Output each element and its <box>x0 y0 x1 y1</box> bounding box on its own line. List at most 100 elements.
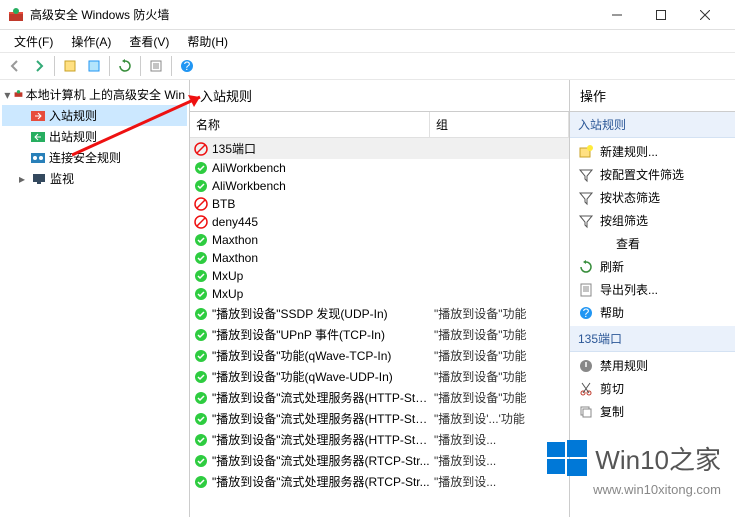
export-button[interactable] <box>145 55 167 77</box>
rule-row[interactable]: deny445 <box>190 213 569 231</box>
action-item[interactable]: 刷新 <box>570 255 735 278</box>
rule-row[interactable]: "播放到设备"功能(qWave-UDP-In)"播放到设备"功能 <box>190 366 569 387</box>
rule-group: "播放到设备"功能 <box>434 389 565 406</box>
action-item[interactable]: 导出列表... <box>570 278 735 301</box>
action-label: 按状态筛选 <box>600 189 660 206</box>
rule-name: "播放到设备"流式处理服务器(HTTP-Stre... <box>212 389 430 406</box>
allow-icon <box>194 287 208 301</box>
close-button[interactable] <box>683 1 727 29</box>
tree-monitor[interactable]: ▸ 监视 <box>2 168 187 189</box>
rule-name: "播放到设备"流式处理服务器(RTCP-Str... <box>212 473 430 490</box>
rule-name: "播放到设备"功能(qWave-UDP-In) <box>212 368 430 385</box>
rule-row[interactable]: Maxthon <box>190 249 569 267</box>
rule-row[interactable]: "播放到设备"功能(qWave-TCP-In)"播放到设备"功能 <box>190 345 569 366</box>
action-item[interactable]: 查看 <box>570 232 735 255</box>
separator <box>109 56 110 76</box>
allow-icon <box>194 233 208 247</box>
allow-icon <box>194 251 208 265</box>
col-group[interactable]: 组 <box>430 112 569 137</box>
maximize-button[interactable] <box>639 1 683 29</box>
separator <box>54 56 55 76</box>
collapse-icon[interactable]: ▾ <box>4 88 11 102</box>
rule-row[interactable]: AliWorkbench <box>190 177 569 195</box>
action-item[interactable]: 按组筛选 <box>570 209 735 232</box>
rule-row[interactable]: "播放到设备"流式处理服务器(RTCP-Str..."播放到设... <box>190 471 569 492</box>
tree-monitor-label: 监视 <box>50 170 74 187</box>
menu-action[interactable]: 操作(A) <box>63 31 119 52</box>
action-label: 禁用规则 <box>600 357 648 374</box>
help-button[interactable]: ? <box>176 55 198 77</box>
expand-icon[interactable]: ▸ <box>16 172 28 186</box>
tree-root[interactable]: ▾ 本地计算机 上的高级安全 Win <box>2 84 187 105</box>
block-icon <box>194 142 208 156</box>
tree-connsec[interactable]: 连接安全规则 <box>2 147 187 168</box>
rule-row[interactable]: Maxthon <box>190 231 569 249</box>
inbound-icon <box>30 108 46 124</box>
action-label: 导出列表... <box>600 281 658 298</box>
action-item[interactable]: 按状态筛选 <box>570 186 735 209</box>
window-title: 高级安全 Windows 防火墙 <box>30 6 595 23</box>
rule-name: "播放到设备"流式处理服务器(HTTP-Stre... <box>212 431 430 448</box>
rule-group: "播放到设'...'功能 <box>434 410 565 427</box>
rule-row[interactable]: "播放到设备"流式处理服务器(HTTP-Stre..."播放到设备"功能 <box>190 387 569 408</box>
tree-outbound-label: 出站规则 <box>49 128 97 145</box>
rule-row[interactable]: "播放到设备"流式处理服务器(RTCP-Str..."播放到设... <box>190 450 569 471</box>
rule-name: deny445 <box>212 215 430 229</box>
action-item[interactable]: 复制 <box>570 400 735 423</box>
rule-row[interactable]: "播放到设备"SSDP 发现(UDP-In)"播放到设备"功能 <box>190 303 569 324</box>
refresh-button[interactable] <box>114 55 136 77</box>
copy-icon <box>578 404 594 420</box>
action-label: 复制 <box>600 403 624 420</box>
actions-list-2: 禁用规则剪切复制 <box>570 352 735 425</box>
rule-name: "播放到设备"流式处理服务器(RTCP-Str... <box>212 452 430 469</box>
actions-header: 操作 <box>570 80 735 112</box>
tree-outbound[interactable]: 出站规则 <box>2 126 187 147</box>
export-icon <box>578 282 594 298</box>
action-item[interactable]: ?帮助 <box>570 301 735 324</box>
rule-name: Maxthon <box>212 233 430 247</box>
rule-group: "播放到设备"功能 <box>434 368 565 385</box>
outbound-icon <box>30 129 46 145</box>
action-item[interactable]: 新建规则... <box>570 140 735 163</box>
rule-name: AliWorkbench <box>212 179 430 193</box>
filter-icon <box>578 167 594 183</box>
menu-file[interactable]: 文件(F) <box>6 31 61 52</box>
watermark-text: Win10之家 <box>595 440 721 477</box>
rule-row[interactable]: MxUp <box>190 267 569 285</box>
rule-row[interactable]: MxUp <box>190 285 569 303</box>
action-label: 帮助 <box>600 304 624 321</box>
allow-icon <box>194 433 208 447</box>
menu-view[interactable]: 查看(V) <box>121 31 177 52</box>
actions-section-rule: 135端口 <box>570 326 735 352</box>
action-item[interactable]: 按配置文件筛选 <box>570 163 735 186</box>
rules-list[interactable]: 135端口AliWorkbenchAliWorkbenchBTBdeny445M… <box>190 138 569 517</box>
tree-inbound-label: 入站规则 <box>49 107 97 124</box>
col-name[interactable]: 名称 <box>190 112 430 137</box>
allow-icon <box>194 179 208 193</box>
action-item[interactable]: 禁用规则 <box>570 354 735 377</box>
back-button[interactable] <box>4 55 26 77</box>
filter-icon <box>578 213 594 229</box>
allow-icon <box>194 454 208 468</box>
rule-row[interactable]: BTB <box>190 195 569 213</box>
rule-row[interactable]: "播放到设备"流式处理服务器(HTTP-Stre..."播放到设'...'功能 <box>190 408 569 429</box>
properties-button[interactable] <box>83 55 105 77</box>
block-icon <box>194 215 208 229</box>
action-label: 新建规则... <box>600 143 658 160</box>
rule-row[interactable]: "播放到设备"UPnP 事件(TCP-In)"播放到设备"功能 <box>190 324 569 345</box>
minimize-button[interactable] <box>595 1 639 29</box>
rule-row[interactable]: AliWorkbench <box>190 159 569 177</box>
menu-help[interactable]: 帮助(H) <box>179 31 236 52</box>
watermark-url: www.win10xitong.com <box>545 482 721 497</box>
tree-connsec-label: 连接安全规则 <box>49 149 121 166</box>
forward-button[interactable] <box>28 55 50 77</box>
rule-row[interactable]: "播放到设备"流式处理服务器(HTTP-Stre..."播放到设... <box>190 429 569 450</box>
allow-icon <box>194 307 208 321</box>
block-icon <box>194 197 208 211</box>
action-button[interactable] <box>59 55 81 77</box>
action-item[interactable]: 剪切 <box>570 377 735 400</box>
rule-name: BTB <box>212 197 430 211</box>
rule-name: "播放到设备"功能(qWave-TCP-In) <box>212 347 430 364</box>
tree-inbound[interactable]: 入站规则 <box>2 105 187 126</box>
rule-row[interactable]: 135端口 <box>190 138 569 159</box>
